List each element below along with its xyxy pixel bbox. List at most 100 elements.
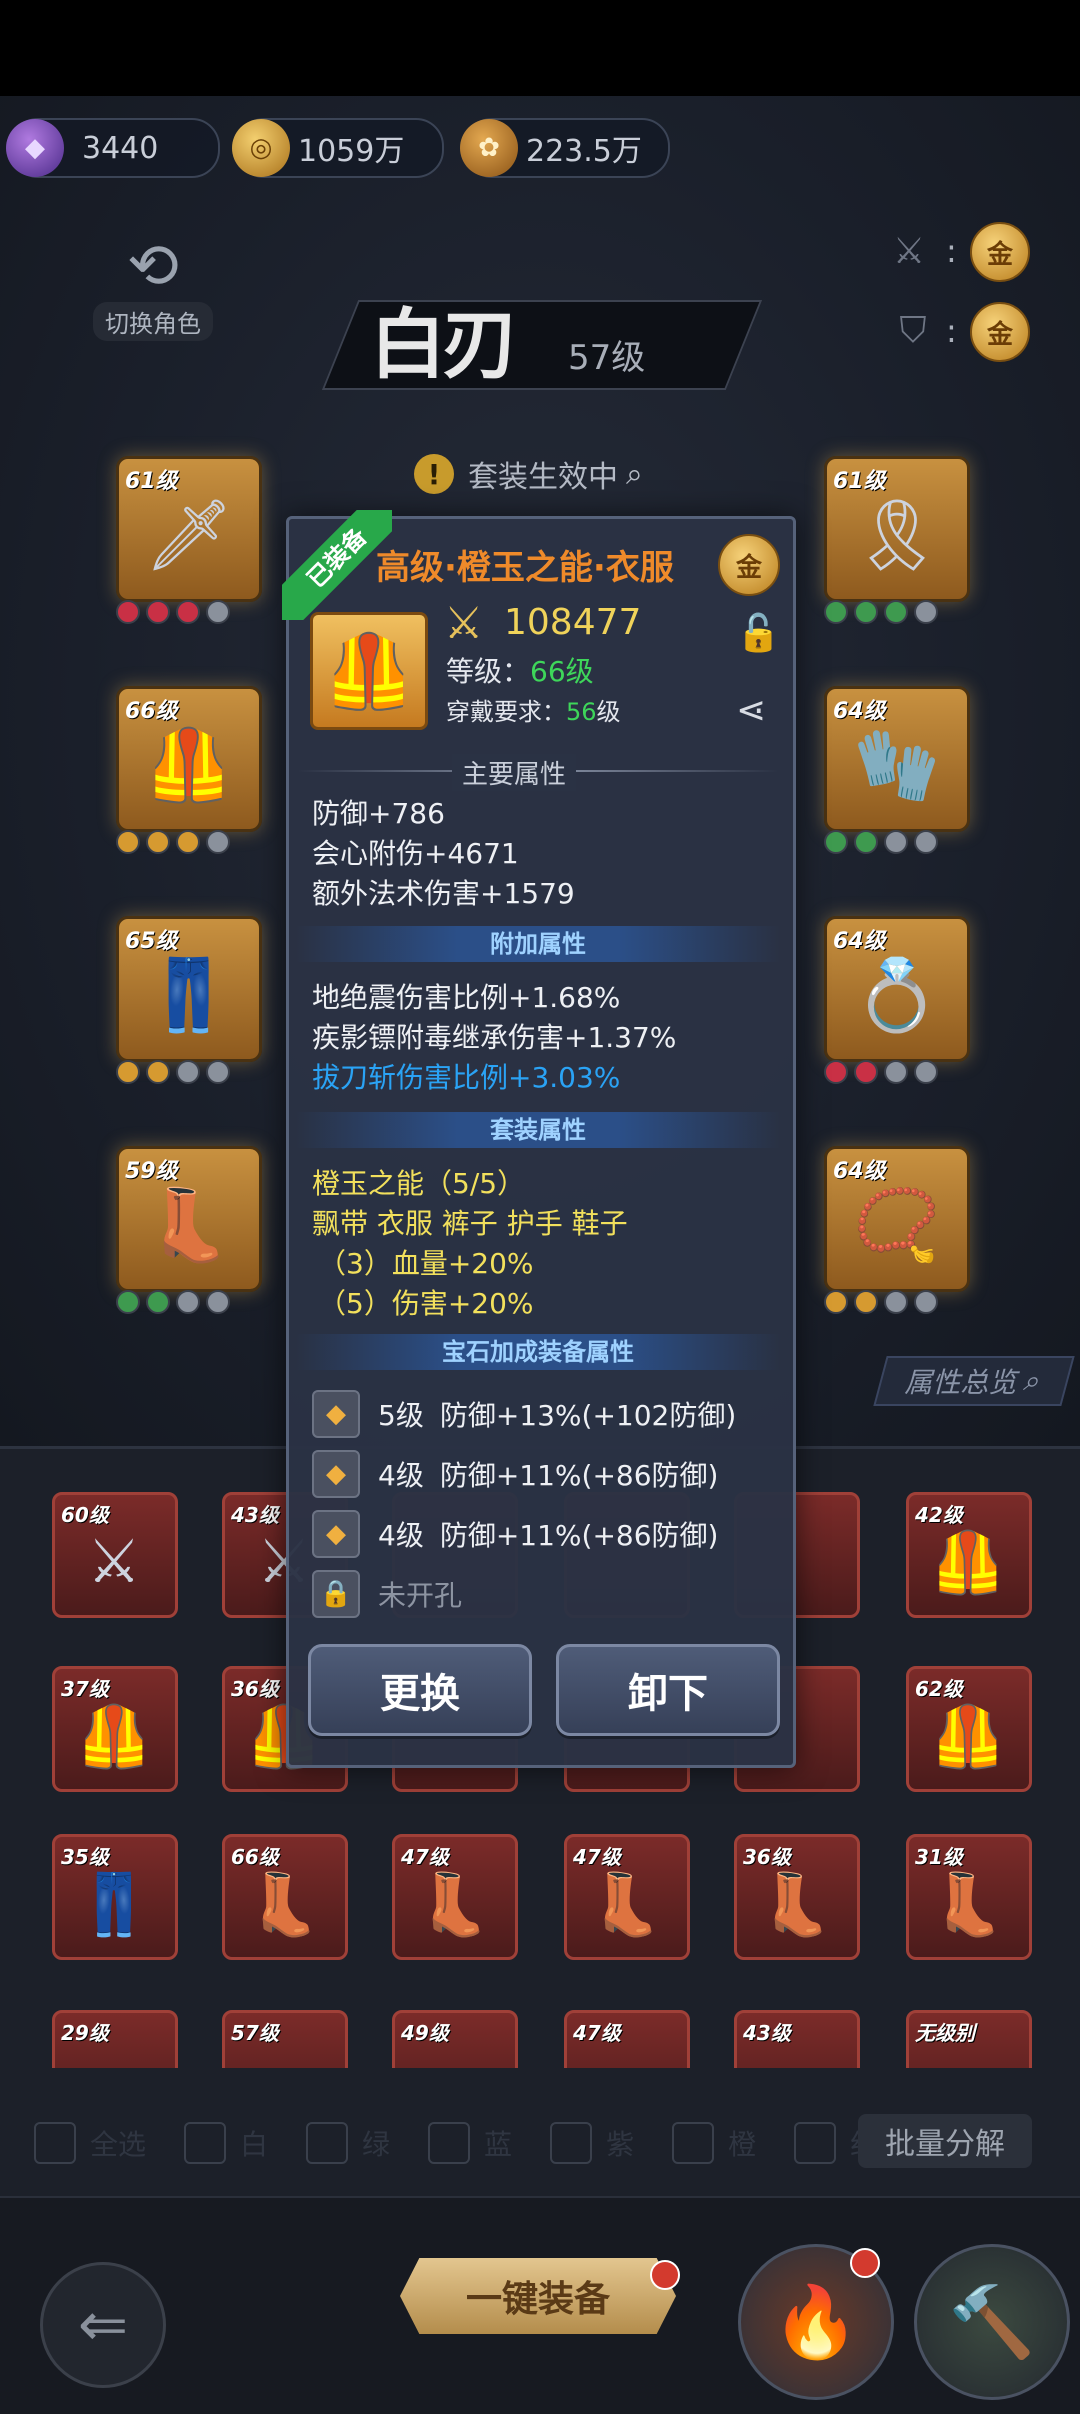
equip-slot-ring[interactable]: 64级 💍: [824, 916, 970, 1062]
gem-currency: ◆ 3440: [6, 118, 220, 178]
item-level-label: 等级：: [446, 655, 531, 688]
bag-item[interactable]: 57级: [222, 2010, 348, 2068]
filter-label: 紫: [606, 2128, 635, 2161]
equip-slot-boots[interactable]: 59级 👢: [116, 1146, 262, 1292]
equip-slot-pants[interactable]: 65级 👖: [116, 916, 262, 1062]
equip-slot-armor[interactable]: 66级 🦺: [116, 686, 262, 832]
back-arrow-icon: ⇐: [77, 2290, 129, 2360]
checkbox-red[interactable]: [794, 2122, 837, 2164]
bag-item[interactable]: 49级: [392, 2010, 518, 2068]
status-bar: [0, 0, 1080, 96]
defense-gold-badge[interactable]: 金: [970, 302, 1030, 362]
bag-item-level: 29级: [61, 2021, 109, 2045]
item-title: 高级·橙玉之能·衣服: [376, 548, 674, 588]
item-power: 108477: [504, 602, 642, 643]
boots-icon: 👢: [416, 1869, 492, 1940]
checkbox-green[interactable]: [306, 2122, 349, 2164]
ring-gem-row: [824, 1060, 938, 1084]
checkbox-select-all[interactable]: [34, 2122, 76, 2164]
ribbon-gem-row: [824, 600, 938, 624]
gem-socket-row-locked: 🔒 未开孔: [312, 1570, 462, 1618]
switch-role-button[interactable]: ⟲ 切换角色: [78, 230, 228, 341]
topaz-gem-icon: ◆: [312, 1510, 360, 1558]
enhance-button[interactable]: 🔨: [914, 2244, 1070, 2400]
bag-item[interactable]: 42级 🦺: [906, 1492, 1032, 1618]
topaz-gem-icon: ◆: [312, 1450, 360, 1498]
bag-item[interactable]: 29级: [52, 2010, 178, 2068]
gem-socket-row: ◆ 4级 防御+11%(+86防御): [312, 1510, 718, 1558]
replace-button[interactable]: 更换: [308, 1644, 532, 1736]
crossed-swords-icon: ⚔: [444, 598, 484, 649]
checkbox-white[interactable]: [184, 2122, 227, 2164]
gem-count: 3440: [82, 130, 159, 166]
checkbox-orange[interactable]: [672, 2122, 715, 2164]
set-effect-indicator[interactable]: ! 套装生效中 ⌕: [414, 452, 643, 496]
spear-icon: 🗡: [144, 493, 234, 576]
batch-dismantle-button[interactable]: 批量分解: [858, 2114, 1032, 2168]
lock-icon[interactable]: 🔓: [736, 612, 781, 654]
crossed-swords-icon: ⚔: [892, 230, 926, 272]
gloves-gem-row: [824, 830, 938, 854]
filter-label: 绿: [362, 2128, 391, 2161]
bag-item[interactable]: 60级 ⚔: [52, 1492, 178, 1618]
gem-socket-row: ◆ 5级 防御+13%(+102防御): [312, 1390, 736, 1438]
character-level: 57级: [568, 338, 646, 378]
filter-label: 白: [240, 2128, 269, 2161]
ring-icon: 💍: [853, 953, 941, 1036]
bag-item-level: 无级别: [915, 2021, 975, 2045]
bag-item-level: 43级: [743, 2021, 791, 2045]
money-bag-currency: ✿ 223.5万: [460, 118, 670, 178]
bag-item[interactable]: 47级: [564, 2010, 690, 2068]
bag-item-level: 49级: [401, 2021, 449, 2045]
money-bag-icon: ✿: [460, 119, 518, 177]
equip-slot-gloves[interactable]: 64级 🧤: [824, 686, 970, 832]
bag-item[interactable]: 47级 👢: [392, 1834, 518, 1960]
bag-item[interactable]: 66级 👢: [222, 1834, 348, 1960]
equip-slot-ribbon[interactable]: 61级 🎗: [824, 456, 970, 602]
filter-label: 橙: [728, 2128, 757, 2161]
gem-level: 5级: [378, 1399, 424, 1432]
bag-row-clipped: 29级 57级 49级 47级 43级 无级别: [0, 2004, 1080, 2068]
checkbox-blue[interactable]: [428, 2122, 471, 2164]
bag-item[interactable]: 31级 👢: [906, 1834, 1032, 1960]
extra-attr: 地绝震伤害比例+1.68%: [312, 981, 621, 1014]
wear-requirement-label: 穿戴要求：: [446, 698, 566, 726]
unequip-button[interactable]: 卸下: [556, 1644, 780, 1736]
boots-icon: 👢: [758, 1869, 834, 1940]
equip-slot-necklace[interactable]: 64级 📿: [824, 1146, 970, 1292]
armor-icon: 🦺: [930, 1527, 1006, 1598]
notification-dot: [850, 2248, 880, 2278]
extra-attr-header: 附加属性: [296, 926, 780, 962]
checkbox-purple[interactable]: [550, 2122, 593, 2164]
item-level-value: 66级: [530, 655, 594, 688]
set-pieces: 飘带 衣服 裤子 护手 鞋子: [312, 1207, 628, 1240]
bag-item[interactable]: 无级别: [906, 2010, 1032, 2068]
one-key-equip-button[interactable]: 一键装备: [400, 2258, 676, 2334]
gem-effect: 防御+11%(+86防御): [439, 1459, 719, 1492]
character-name: 白刃: [370, 300, 518, 389]
gloves-icon: 🧤: [853, 723, 941, 806]
gem-level: 4级: [378, 1459, 424, 1492]
weapon-gem-row: [116, 600, 230, 624]
attribute-overview-button[interactable]: 属性总览 ⌕: [873, 1356, 1075, 1406]
hammer-icon: 🔨: [948, 2280, 1036, 2363]
share-icon[interactable]: ⋖: [736, 690, 766, 731]
necklace-gem-row: [824, 1290, 938, 1314]
gem-icon: ◆: [6, 119, 64, 177]
extra-attr: 疾影镖附毒继承伤害+1.37%: [312, 1021, 677, 1054]
bag-item-level: 47级: [573, 2021, 621, 2045]
bag-item[interactable]: 37级 🦺: [52, 1666, 178, 1792]
attribute-overview-label: 属性总览: [902, 1366, 1024, 1399]
money-bag-count: 223.5万: [526, 134, 642, 169]
pants-gem-row: [116, 1060, 230, 1084]
bag-item[interactable]: 36级 👢: [734, 1834, 860, 1960]
armor-icon: 🦺: [76, 1701, 152, 1772]
back-button[interactable]: ⇐: [40, 2262, 166, 2388]
bag-item[interactable]: 43级: [734, 2010, 860, 2068]
equip-slot-weapon[interactable]: 61级 🗡: [116, 456, 262, 602]
bag-item[interactable]: 35级 👖: [52, 1834, 178, 1960]
bag-item[interactable]: 62级 🦺: [906, 1666, 1032, 1792]
attack-gold-badge[interactable]: 金: [970, 222, 1030, 282]
bag-item[interactable]: 47级 👢: [564, 1834, 690, 1960]
main-attr: 额外法术伤害+1579: [312, 877, 575, 910]
